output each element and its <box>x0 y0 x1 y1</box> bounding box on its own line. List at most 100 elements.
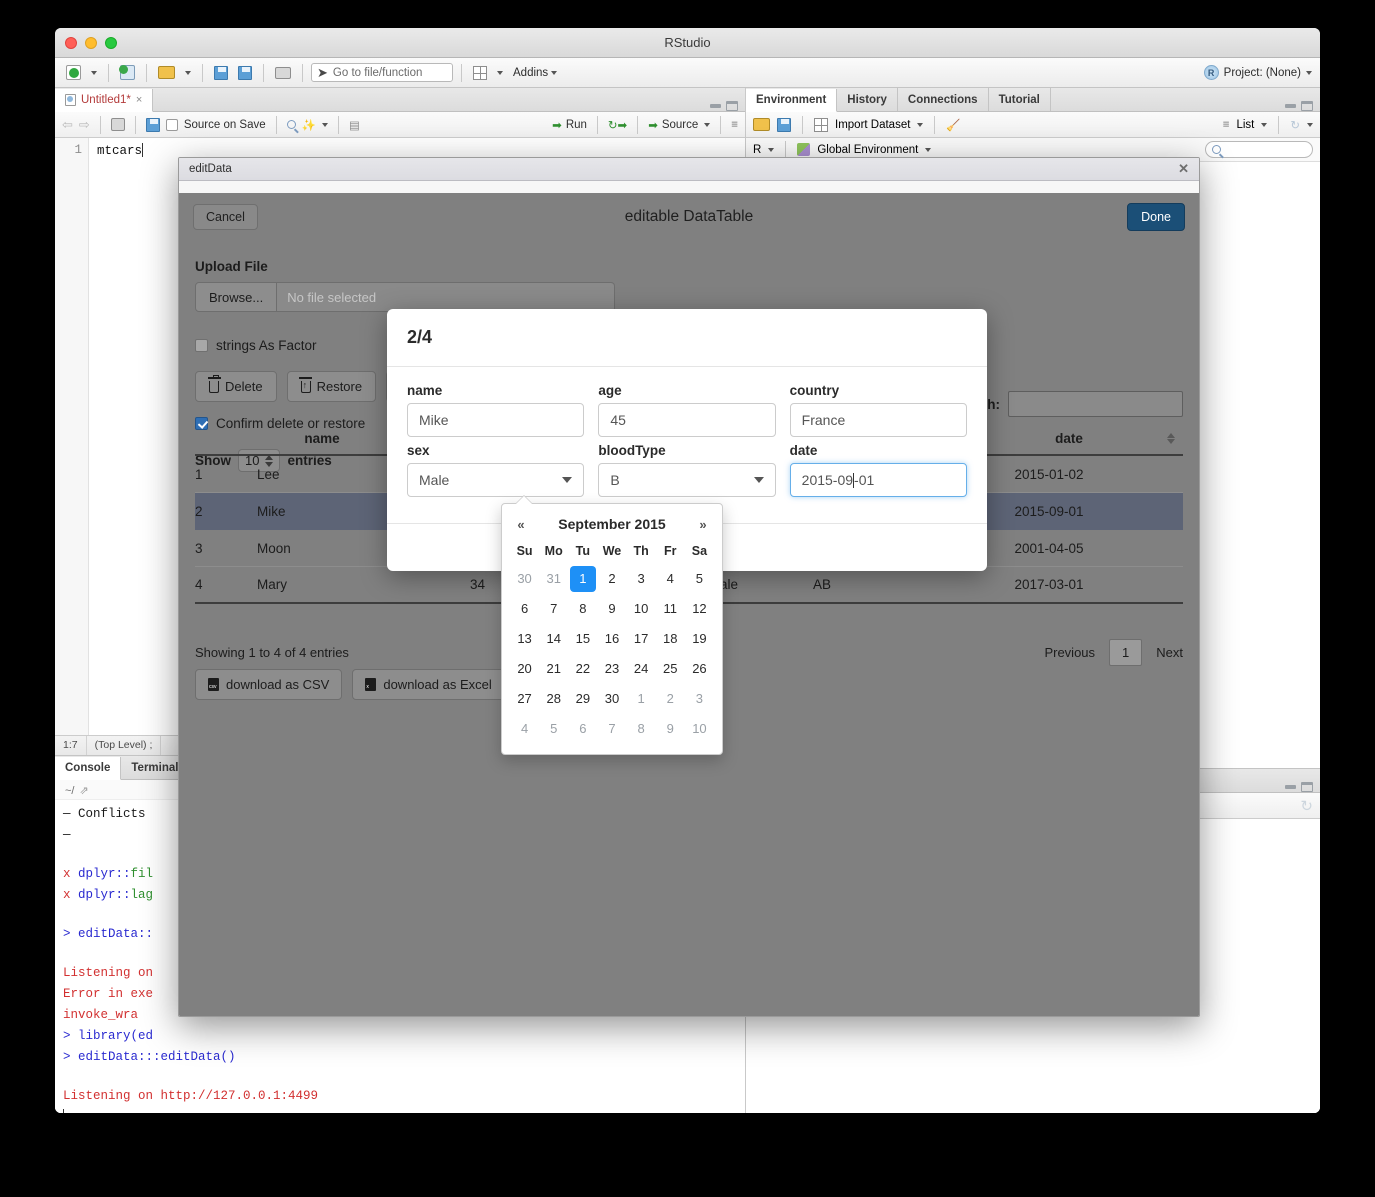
download-excel-button[interactable]: x download as Excel <box>352 669 505 700</box>
tab-environment[interactable]: Environment <box>746 89 838 112</box>
datepicker-day[interactable]: 11 <box>656 594 685 624</box>
datepicker-day[interactable]: 21 <box>539 654 568 684</box>
datepicker-day[interactable]: 26 <box>685 654 714 684</box>
datepicker-day[interactable]: 4 <box>510 714 539 744</box>
datepicker-day[interactable]: 18 <box>656 624 685 654</box>
source-dropdown-icon[interactable] <box>704 122 711 127</box>
new-file-dropdown[interactable] <box>88 69 100 77</box>
minimize-pane-icon[interactable] <box>1285 785 1296 789</box>
datepicker-day[interactable]: 25 <box>656 654 685 684</box>
datepicker-day[interactable]: 13 <box>510 624 539 654</box>
datepicker-day[interactable]: 8 <box>627 714 656 744</box>
datepicker-day[interactable]: 5 <box>685 564 714 594</box>
open-file-button[interactable] <box>155 64 178 81</box>
datepicker-day[interactable]: 8 <box>568 594 597 624</box>
datepicker-day[interactable]: 20 <box>510 654 539 684</box>
workspace-panes-dropdown[interactable] <box>494 69 506 77</box>
back-icon[interactable]: ⇦ <box>62 117 73 133</box>
datepicker-day[interactable]: 27 <box>510 684 539 714</box>
table-search-input[interactable] <box>1008 391 1183 417</box>
next-page-button[interactable]: Next <box>1156 645 1183 660</box>
datepicker-day[interactable]: 28 <box>539 684 568 714</box>
forward-icon[interactable]: ⇨ <box>79 117 90 133</box>
datepicker-day[interactable]: 10 <box>627 594 656 624</box>
source-on-save-checkbox[interactable] <box>165 118 178 131</box>
new-project-button[interactable] <box>117 63 138 82</box>
datepicker-day[interactable]: 1 <box>627 684 656 714</box>
age-input[interactable]: 45 <box>598 403 776 437</box>
datepicker-day[interactable]: 16 <box>597 624 626 654</box>
open-file-dropdown[interactable] <box>182 69 194 77</box>
datepicker-day[interactable]: 15 <box>568 624 597 654</box>
sex-select[interactable]: Male <box>407 463 585 497</box>
code-tools-icon[interactable]: ✨ <box>302 118 316 132</box>
save-all-button[interactable] <box>235 64 255 82</box>
datepicker-day[interactable]: 6 <box>568 714 597 744</box>
chevron-down-icon[interactable] <box>925 147 932 152</box>
rerun-button[interactable]: ↻➡ <box>608 118 627 132</box>
date-input[interactable]: 2015-09 -01 <box>789 463 967 497</box>
datepicker-day[interactable]: 29 <box>568 684 597 714</box>
list-label[interactable]: List <box>1236 119 1254 131</box>
datepicker-day[interactable]: 14 <box>539 624 568 654</box>
datepicker-day[interactable]: 23 <box>597 654 626 684</box>
datepicker-day[interactable]: 4 <box>656 564 685 594</box>
minimize-pane-icon[interactable] <box>710 104 721 108</box>
maximize-pane-icon[interactable] <box>1301 782 1313 792</box>
datepicker-day[interactable]: 12 <box>685 594 714 624</box>
datepicker-day[interactable]: 22 <box>568 654 597 684</box>
chevron-down-icon[interactable] <box>1261 122 1268 127</box>
tab-tutorial[interactable]: Tutorial <box>989 88 1051 111</box>
refresh-icon[interactable]: ↻ <box>1290 118 1300 132</box>
chevron-down-icon[interactable] <box>1307 122 1313 127</box>
datepicker-day[interactable]: 7 <box>539 594 568 624</box>
country-input[interactable]: France <box>789 403 967 437</box>
datepicker-day[interactable]: 24 <box>627 654 656 684</box>
page-1-button[interactable]: 1 <box>1109 639 1143 666</box>
new-file-button[interactable] <box>63 63 84 82</box>
cancel-button[interactable]: Cancel <box>193 204 258 230</box>
strings-as-factor-checkbox[interactable] <box>195 339 208 352</box>
tab-untitled1[interactable]: Untitled1* × <box>55 89 154 112</box>
datepicker-day[interactable]: 9 <box>656 714 685 744</box>
next-month-button[interactable]: » <box>692 517 714 532</box>
project-selector[interactable]: R Project: (None) <box>1203 65 1312 80</box>
browse-button[interactable]: Browse... <box>195 282 278 312</box>
chevron-down-icon[interactable] <box>321 122 328 127</box>
minimize-pane-icon[interactable] <box>1285 104 1296 108</box>
datepicker-day[interactable]: 6 <box>510 594 539 624</box>
datepicker-day[interactable]: 3 <box>685 684 714 714</box>
find-icon[interactable] <box>286 120 296 129</box>
datepicker-day[interactable]: 7 <box>597 714 626 744</box>
restore-button[interactable]: Restore <box>286 371 377 402</box>
datepicker-day[interactable]: 3 <box>627 564 656 594</box>
datepicker-day[interactable]: 1 <box>568 564 597 594</box>
print-button[interactable] <box>272 65 294 81</box>
prev-month-button[interactable]: « <box>510 517 532 532</box>
r-engine-label[interactable]: R <box>753 144 761 156</box>
outline-icon[interactable]: ≡ <box>731 119 738 131</box>
datepicker-day[interactable]: 2 <box>597 564 626 594</box>
addins-button[interactable]: Addins <box>510 65 560 81</box>
workspace-panes-button[interactable] <box>470 64 490 82</box>
compile-report-icon[interactable]: ▤ <box>349 118 360 132</box>
header-date[interactable]: date <box>955 431 1183 446</box>
maximize-pane-icon[interactable] <box>1301 101 1313 111</box>
chevron-down-icon[interactable] <box>917 122 924 127</box>
datepicker-day[interactable]: 5 <box>539 714 568 744</box>
source-button[interactable]: ➡ Source <box>648 118 698 132</box>
tab-history[interactable]: History <box>837 88 898 111</box>
tab-connections[interactable]: Connections <box>898 88 989 111</box>
show-in-new-window-icon[interactable] <box>110 118 125 131</box>
tab-console[interactable]: Console <box>55 757 122 780</box>
done-button[interactable]: Done <box>1127 203 1185 231</box>
datepicker-day[interactable]: 19 <box>685 624 714 654</box>
previous-page-button[interactable]: Previous <box>1044 645 1095 660</box>
refresh-icon[interactable]: ↻ <box>1300 797 1313 815</box>
goto-file-function-input[interactable]: ➤ Go to file/function <box>311 63 453 82</box>
datepicker-day[interactable]: 2 <box>656 684 685 714</box>
datepicker-day[interactable]: 9 <box>597 594 626 624</box>
save-workspace-icon[interactable] <box>777 117 791 132</box>
datepicker-day[interactable]: 31 <box>539 564 568 594</box>
download-csv-button[interactable]: csv download as CSV <box>195 669 343 700</box>
